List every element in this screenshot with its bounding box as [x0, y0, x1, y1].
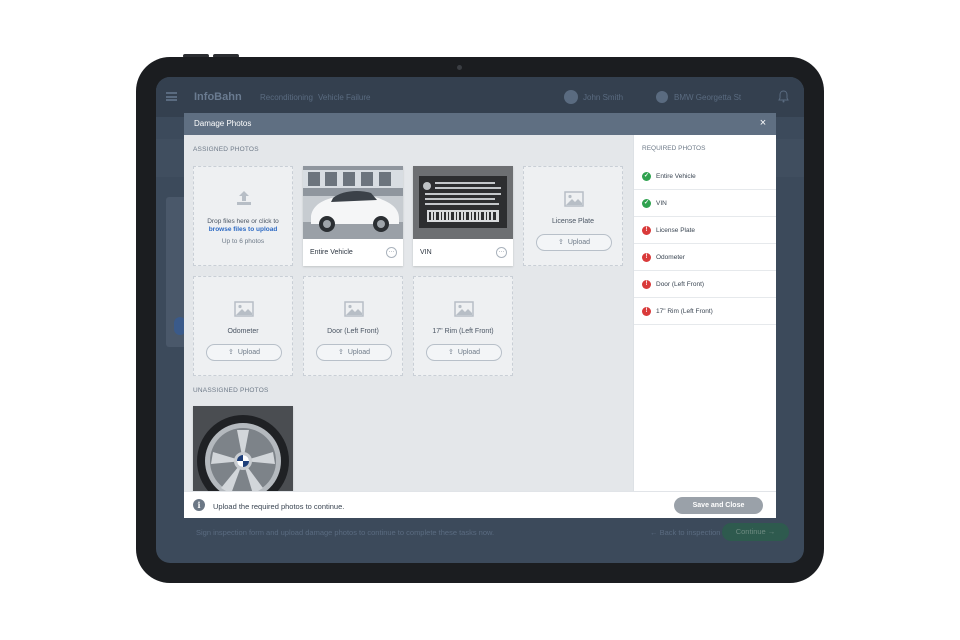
assigned-photos-heading: ASSIGNED PHOTOS	[193, 146, 259, 153]
more-options-icon[interactable]: ···	[386, 247, 397, 258]
breadcrumb-item[interactable]: Vehicle Failure	[318, 93, 370, 102]
required-item-label: Entire Vehicle	[656, 173, 696, 180]
menu-icon[interactable]	[166, 92, 177, 101]
required-item-label: License Plate	[656, 227, 696, 234]
alert-circle-icon: !	[642, 253, 651, 262]
required-item-door-left-front: ! Door (Left Front)	[634, 271, 776, 298]
vin-photo	[413, 166, 513, 239]
upload-limit: Up to 6 photos	[221, 238, 265, 245]
breadcrumb-item[interactable]: Reconditioning	[260, 93, 313, 102]
upload-icon: ⇪	[557, 239, 564, 246]
required-item-label: 17" Rim (Left Front)	[656, 308, 713, 315]
photo-tile-vin[interactable]: VIN ···	[413, 166, 513, 266]
photo-slot-door-left-front[interactable]: Door (Left Front) ⇪ Upload	[303, 276, 403, 376]
slot-label: 17" Rim (Left Front)	[432, 328, 494, 335]
unassigned-photos-heading: UNASSIGNED PHOTOS	[193, 387, 269, 394]
photo-tile-entire-vehicle[interactable]: Entire Vehicle ···	[303, 166, 403, 266]
browse-files-link[interactable]: browse files to upload	[194, 226, 292, 233]
save-and-close-button[interactable]: Save and Close	[674, 497, 763, 514]
image-placeholder-icon	[454, 301, 474, 317]
entire-vehicle-photo	[303, 166, 403, 239]
avatar[interactable]	[564, 90, 578, 104]
required-item-vin: ✓ VIN	[634, 190, 776, 217]
alert-circle-icon: !	[642, 226, 651, 235]
dealer-logo-icon	[656, 91, 668, 103]
back-to-inspection-link[interactable]: ← Back to inspection	[650, 528, 720, 537]
required-item-odometer: ! Odometer	[634, 244, 776, 271]
required-item-label: Door (Left Front)	[656, 281, 705, 288]
slot-label: Door (Left Front)	[327, 328, 379, 335]
app-header: InfoBahn Reconditioning Vehicle Failure …	[156, 77, 804, 117]
slot-label: Odometer	[227, 328, 259, 335]
alert-circle-icon: !	[642, 307, 651, 316]
background-instruction: Sign inspection form and upload damage p…	[196, 528, 495, 537]
file-dropzone[interactable]: Drop files here or click to browse files…	[193, 166, 293, 266]
unassigned-photo-tile[interactable]	[193, 406, 293, 491]
bell-icon[interactable]	[778, 90, 789, 103]
required-item-label: VIN	[656, 200, 667, 207]
upload-icon: ⇪	[227, 349, 234, 356]
dealer-name[interactable]: BMW Georgetta St	[674, 93, 741, 102]
alert-circle-icon: !	[642, 280, 651, 289]
photo-slot-odometer[interactable]: Odometer ⇪ Upload	[193, 276, 293, 376]
required-photos-heading: REQUIRED PHOTOS	[642, 145, 706, 152]
photo-label: VIN	[420, 249, 432, 256]
required-item-license-plate: ! License Plate	[634, 217, 776, 244]
modal-title: Damage Photos	[194, 119, 252, 128]
slot-label: License Plate	[551, 218, 595, 225]
upload-button[interactable]: ⇪ Upload	[536, 234, 612, 251]
upload-icon: ⇪	[447, 349, 454, 356]
upload-button[interactable]: ⇪ Upload	[206, 344, 282, 361]
footer-message: Upload the required photos to continue.	[213, 502, 345, 511]
image-placeholder-icon	[344, 301, 364, 317]
modal-header: Damage Photos ×	[184, 113, 776, 135]
photo-slot-rim-left-front[interactable]: 17" Rim (Left Front) ⇪ Upload	[413, 276, 513, 376]
upload-icon: ⇪	[337, 349, 344, 356]
upload-icon	[237, 191, 251, 205]
required-photos-panel: REQUIRED PHOTOS ✓ Entire Vehicle ✓ VIN !…	[633, 135, 776, 491]
image-placeholder-icon	[234, 301, 254, 317]
info-icon: i	[193, 499, 205, 511]
upload-button[interactable]: ⇪ Upload	[426, 344, 502, 361]
close-icon[interactable]: ×	[757, 117, 769, 129]
photos-area: ASSIGNED PHOTOS Drop files here or click…	[184, 135, 633, 491]
required-item-rim-left-front: ! 17" Rim (Left Front)	[634, 298, 776, 325]
required-item-label: Odometer	[656, 254, 685, 261]
app-logo: InfoBahn	[194, 91, 242, 103]
continue-button[interactable]: Continue →	[722, 523, 789, 541]
more-options-icon[interactable]: ···	[496, 247, 507, 258]
photo-slot-license-plate[interactable]: License Plate ⇪ Upload	[523, 166, 623, 266]
wheel-photo	[193, 406, 293, 491]
upload-button[interactable]: ⇪ Upload	[316, 344, 392, 361]
modal-footer: i Upload the required photos to continue…	[184, 491, 776, 518]
image-placeholder-icon	[564, 191, 584, 207]
tablet-camera	[457, 65, 462, 70]
required-item-entire-vehicle: ✓ Entire Vehicle	[634, 163, 776, 190]
damage-photos-modal: Damage Photos × ASSIGNED PHOTOS Drop fil…	[184, 113, 776, 518]
check-circle-icon: ✓	[642, 172, 651, 181]
user-name[interactable]: John Smith	[583, 93, 623, 102]
dropzone-text: Drop files here or click to	[207, 218, 279, 225]
photo-label: Entire Vehicle	[310, 249, 353, 256]
check-circle-icon: ✓	[642, 199, 651, 208]
